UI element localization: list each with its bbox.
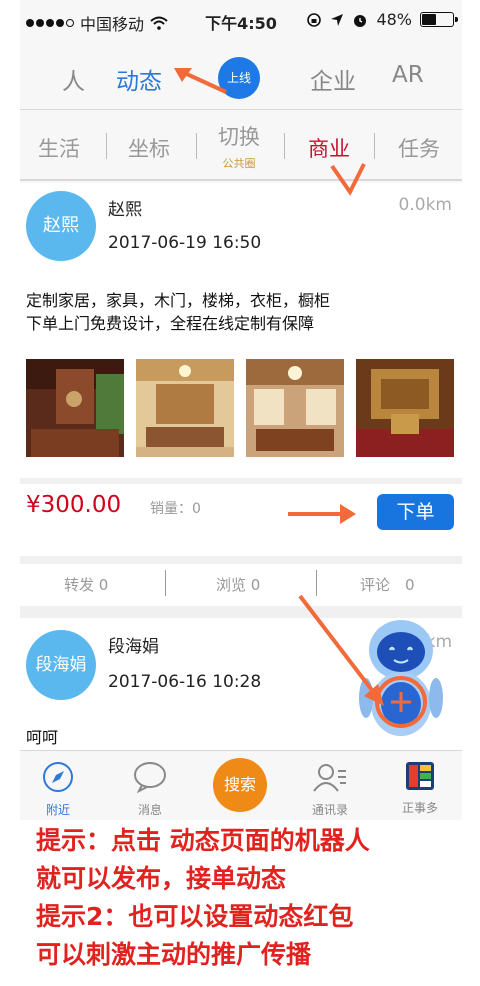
annotation-arrow-icon: [298, 594, 384, 706]
post-content-line: 定制家居，家具，木门，楼梯，衣柜，橱柜: [26, 291, 331, 310]
alarm-icon: [354, 14, 367, 27]
post-author[interactable]: 段海娟: [108, 632, 159, 657]
post-photo[interactable]: [246, 359, 344, 457]
tips-block: 提示：点击 动态页面的机器人 就可以发布，接单动态 提示2：也可以设置动态红包 …: [36, 822, 370, 974]
tab-dynamics[interactable]: 动态: [116, 62, 162, 96]
stat-divider: [165, 570, 166, 596]
tab-nearby-label: 附近: [45, 803, 70, 817]
tab-nearby[interactable]: 附近: [28, 761, 88, 818]
rotation-lock-icon: [307, 12, 322, 27]
annotation-arrow-icon: [330, 163, 366, 196]
tip-line: 可以刺激主动的推广传播: [36, 940, 312, 969]
post-photo[interactable]: [136, 359, 234, 457]
divider: [20, 556, 462, 564]
annotation-arrow-icon: [288, 504, 356, 524]
tab-messages-label: 消息: [137, 803, 162, 817]
battery-percent: 48%: [376, 10, 412, 29]
contacts-icon: [313, 764, 346, 792]
post-distance: 0.0km: [398, 195, 452, 215]
annotation-arrow-icon: [174, 68, 227, 94]
subtab-life[interactable]: 生活: [38, 133, 80, 163]
post-photo[interactable]: [356, 359, 454, 457]
post-order-row: ¥300.00 销量：0 下单: [20, 484, 462, 556]
tip-line: 提示2：也可以设置动态红包: [36, 902, 354, 931]
tab-people[interactable]: 人: [62, 62, 85, 96]
avatar[interactable]: 赵熙: [26, 191, 96, 261]
subtab-divider: [374, 133, 375, 159]
tab-zhengshiduo-label: 正事多: [401, 801, 438, 815]
bottom-tab-bar: 附近 消息 搜索 通讯录 正事多: [20, 750, 462, 820]
post-stats-row: 转发 0 浏览 0 评论 0: [20, 564, 462, 606]
subtab-switch-label: 切换: [218, 125, 260, 149]
post-time: 2017-06-19 16:50: [108, 233, 262, 253]
tip-line: 提示：点击 动态页面的机器人: [36, 826, 370, 855]
subtab-switch-sublabel: 公共圈: [222, 157, 256, 170]
post-author[interactable]: 赵熙: [108, 195, 142, 220]
tab-business[interactable]: 企业: [310, 62, 356, 96]
post-time: 2017-06-16 10:28: [108, 672, 262, 692]
subtab-divider: [284, 133, 285, 159]
post-content: 定制家居，家具，木门，楼梯，衣柜，橱柜 下单上门免费设计，全程在线定制有保障: [26, 289, 330, 335]
subtab-switch[interactable]: 切换 公共圈: [214, 121, 264, 171]
subtab-divider: [106, 133, 107, 159]
tab-contacts-label: 通讯录: [311, 803, 348, 817]
top-tab-bar: 人 动态 上线 企业 AR: [20, 44, 462, 110]
search-button[interactable]: 搜索: [213, 758, 267, 812]
location-icon: [331, 13, 344, 26]
forward-button[interactable]: 转发 0: [64, 574, 108, 595]
order-button[interactable]: 下单: [377, 494, 454, 530]
subtab-coordinate[interactable]: 坐标: [128, 133, 170, 163]
views-count: 浏览 0: [216, 576, 261, 594]
post-photo[interactable]: [26, 359, 124, 457]
post-sales: 销量：0: [150, 501, 201, 517]
tip-line: 就可以发布，接单动态: [36, 864, 287, 893]
chat-bubble-icon: [134, 762, 166, 794]
phone-screen: 中国移动 下午4:50 48% 人 动态 上线 企业 AR 生活 坐标 切换 公…: [20, 0, 462, 820]
tab-contacts[interactable]: 通讯录: [300, 761, 360, 818]
subtab-divider: [196, 133, 197, 159]
post-content-line: 下单上门免费设计，全程在线定制有保障: [26, 314, 315, 333]
compass-icon: [43, 762, 73, 792]
battery-icon: [420, 12, 458, 27]
post-price: ¥300.00: [26, 492, 122, 518]
app-grid-icon: [406, 762, 434, 790]
avatar[interactable]: 段海娟: [26, 630, 96, 700]
subtab-commerce[interactable]: 商业: [308, 133, 350, 163]
subtab-task[interactable]: 任务: [398, 133, 440, 163]
sub-tab-bar: 生活 坐标 切换 公共圈 商业 任务: [20, 111, 462, 181]
post-content: 呵呵: [26, 728, 59, 747]
tab-ar[interactable]: AR: [392, 62, 424, 88]
tab-zhengshiduo[interactable]: 正事多: [390, 761, 450, 816]
status-bar: 中国移动 下午4:50 48%: [20, 0, 462, 42]
tab-messages[interactable]: 消息: [120, 761, 180, 818]
